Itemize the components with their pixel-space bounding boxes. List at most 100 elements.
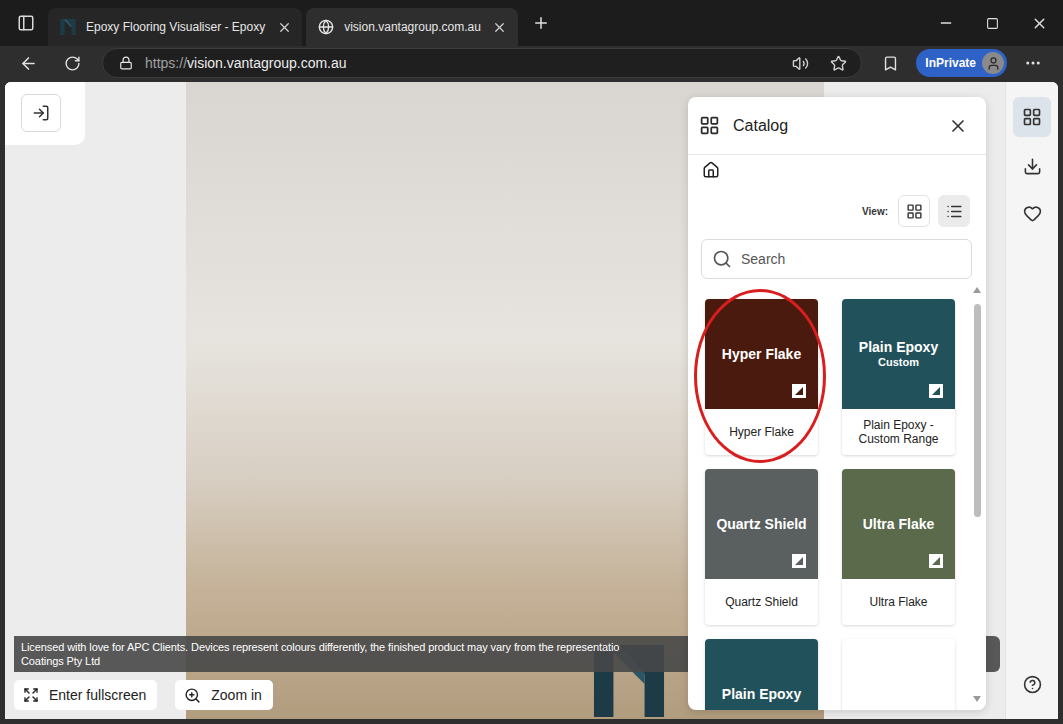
- home-icon[interactable]: [702, 161, 720, 179]
- heart-icon: [1023, 204, 1042, 223]
- open-corner-icon: [929, 554, 943, 568]
- card-swatch: Quartz Shield: [705, 469, 818, 579]
- refresh-icon: [64, 55, 81, 72]
- card-swatch: Hyper Flake: [705, 299, 818, 409]
- corner-panel: [5, 82, 85, 145]
- scroll-up-icon[interactable]: [973, 287, 981, 293]
- search-icon: [712, 249, 732, 269]
- zoom-in-icon: [184, 687, 201, 704]
- highlight-circle: [694, 289, 826, 463]
- open-corner-icon: [929, 384, 943, 398]
- browser-window: Epoxy Flooring Visualiser - Epoxy vision.…: [0, 0, 1063, 724]
- tab-close-button[interactable]: [491, 18, 509, 36]
- minimize-button[interactable]: [922, 0, 969, 46]
- more-button[interactable]: [1015, 48, 1051, 78]
- inprivate-badge[interactable]: InPrivate: [916, 49, 1007, 77]
- tab-label: Epoxy Flooring Visualiser - Epoxy: [86, 20, 265, 34]
- swatch-title: Plain Epoxy: [859, 339, 938, 355]
- card-label: Ultra Flake: [842, 579, 955, 625]
- avatar: [982, 52, 1004, 74]
- search-field[interactable]: Search: [701, 239, 972, 279]
- globe-icon: [318, 19, 334, 35]
- browser-tab[interactable]: vision.vantagroup.com.au: [306, 8, 518, 46]
- close-icon: [948, 116, 968, 136]
- user-icon: [986, 56, 1001, 71]
- grid-view-button[interactable]: [898, 195, 930, 227]
- catalog-card[interactable]: Plain Epoxy: [705, 639, 818, 710]
- vertical-tabs-icon: [17, 14, 35, 32]
- catalog-title: Catalog: [733, 117, 933, 135]
- list-view-button[interactable]: [938, 195, 970, 227]
- favorite-button[interactable]: [825, 55, 851, 72]
- lock-icon: [119, 56, 133, 70]
- tab-actions-button[interactable]: [8, 5, 44, 41]
- address-bar[interactable]: https://vision.vantagroup.com.au: [102, 48, 862, 78]
- arrow-left-icon: [19, 54, 38, 73]
- search-placeholder: Search: [741, 251, 785, 267]
- tab-close-button[interactable]: [275, 18, 293, 36]
- scroll-down-icon[interactable]: [973, 696, 981, 702]
- help-button[interactable]: [1013, 666, 1051, 702]
- help-icon: [1023, 675, 1042, 694]
- card-label: Plain Epoxy - Custom Range: [842, 409, 955, 455]
- close-panel-button[interactable]: [946, 114, 970, 138]
- site-logo-icon: [60, 19, 76, 35]
- card-swatch: Plain Epoxy: [705, 639, 818, 710]
- exit-button[interactable]: [21, 94, 61, 132]
- catalog-grid: Hyper FlakeHyper FlakePlain EpoxyCustomP…: [705, 299, 958, 710]
- close-window-button[interactable]: [1016, 0, 1063, 46]
- grid-icon: [1022, 107, 1042, 127]
- favorites-button[interactable]: [872, 48, 908, 78]
- fullscreen-button[interactable]: Enter fullscreen: [14, 680, 157, 710]
- new-tab-button[interactable]: [524, 6, 558, 40]
- catalog-card[interactable]: Ultra Flake Ultra Flake: [842, 469, 955, 625]
- read-aloud-button[interactable]: [787, 55, 813, 72]
- view-row: View:: [688, 195, 986, 227]
- favorites-icon: [882, 55, 899, 72]
- breadcrumb-row: [688, 155, 986, 185]
- favorites-button[interactable]: [1013, 195, 1051, 231]
- visualiser-canvas: Licensed with love for APC Clients. Devi…: [5, 82, 1005, 719]
- catalog-button[interactable]: [1013, 97, 1051, 137]
- page-frame: Licensed with love for APC Clients. Devi…: [0, 80, 1063, 724]
- close-icon: [492, 20, 507, 35]
- swatch-title: Quartz Shield: [716, 516, 806, 532]
- card-swatch: Ultra Flake: [842, 469, 955, 579]
- download-button[interactable]: [1013, 148, 1051, 184]
- catalog-card[interactable]: Hyper FlakeHyper Flake: [705, 299, 818, 455]
- close-icon: [277, 20, 292, 35]
- fullscreen-icon: [23, 687, 39, 703]
- read-aloud-icon: [792, 55, 809, 72]
- browser-tab[interactable]: Epoxy Flooring Visualiser - Epoxy: [48, 8, 302, 46]
- swatch-title: Ultra Flake: [863, 516, 935, 532]
- toolbar: https://vision.vantagroup.com.au InPrivat…: [0, 46, 1063, 80]
- catalog-icon: [699, 115, 720, 136]
- catalog-header: Catalog: [688, 97, 986, 155]
- catalog-panel: Catalog View: Search Hyper FlakeHyper Flake…: [688, 97, 986, 710]
- tab-bar: Epoxy Flooring Visualiser - Epoxy vision.…: [0, 0, 1063, 46]
- download-icon: [1023, 157, 1042, 176]
- maximize-button[interactable]: [969, 0, 1016, 46]
- catalog-card[interactable]: [842, 639, 955, 710]
- maximize-icon: [986, 17, 999, 30]
- tab-label: vision.vantagroup.com.au: [344, 20, 481, 34]
- more-icon: [1024, 54, 1042, 72]
- list-icon: [946, 203, 963, 220]
- open-corner-icon: [792, 384, 806, 398]
- close-icon: [1031, 15, 1048, 32]
- catalog-card[interactable]: Plain EpoxyCustomPlain Epoxy - Custom Ra…: [842, 299, 955, 455]
- back-button[interactable]: [10, 48, 46, 78]
- exit-icon: [32, 104, 50, 122]
- placeholder-swatch: [842, 639, 955, 710]
- open-corner-icon: [792, 554, 806, 568]
- swatch-title: Plain Epoxy: [722, 686, 801, 702]
- catalog-card[interactable]: Quartz ShieldQuartz Shield: [705, 469, 818, 625]
- page: Licensed with love for APC Clients. Devi…: [5, 82, 1058, 719]
- view-controls: Enter fullscreen Zoom in: [14, 680, 273, 710]
- zoom-button[interactable]: Zoom in: [175, 680, 273, 710]
- scrollbar[interactable]: [973, 287, 982, 702]
- scroll-thumb[interactable]: [974, 304, 981, 517]
- minimize-icon: [938, 15, 954, 31]
- refresh-button[interactable]: [54, 48, 90, 78]
- card-swatch: Plain EpoxyCustom: [842, 299, 955, 409]
